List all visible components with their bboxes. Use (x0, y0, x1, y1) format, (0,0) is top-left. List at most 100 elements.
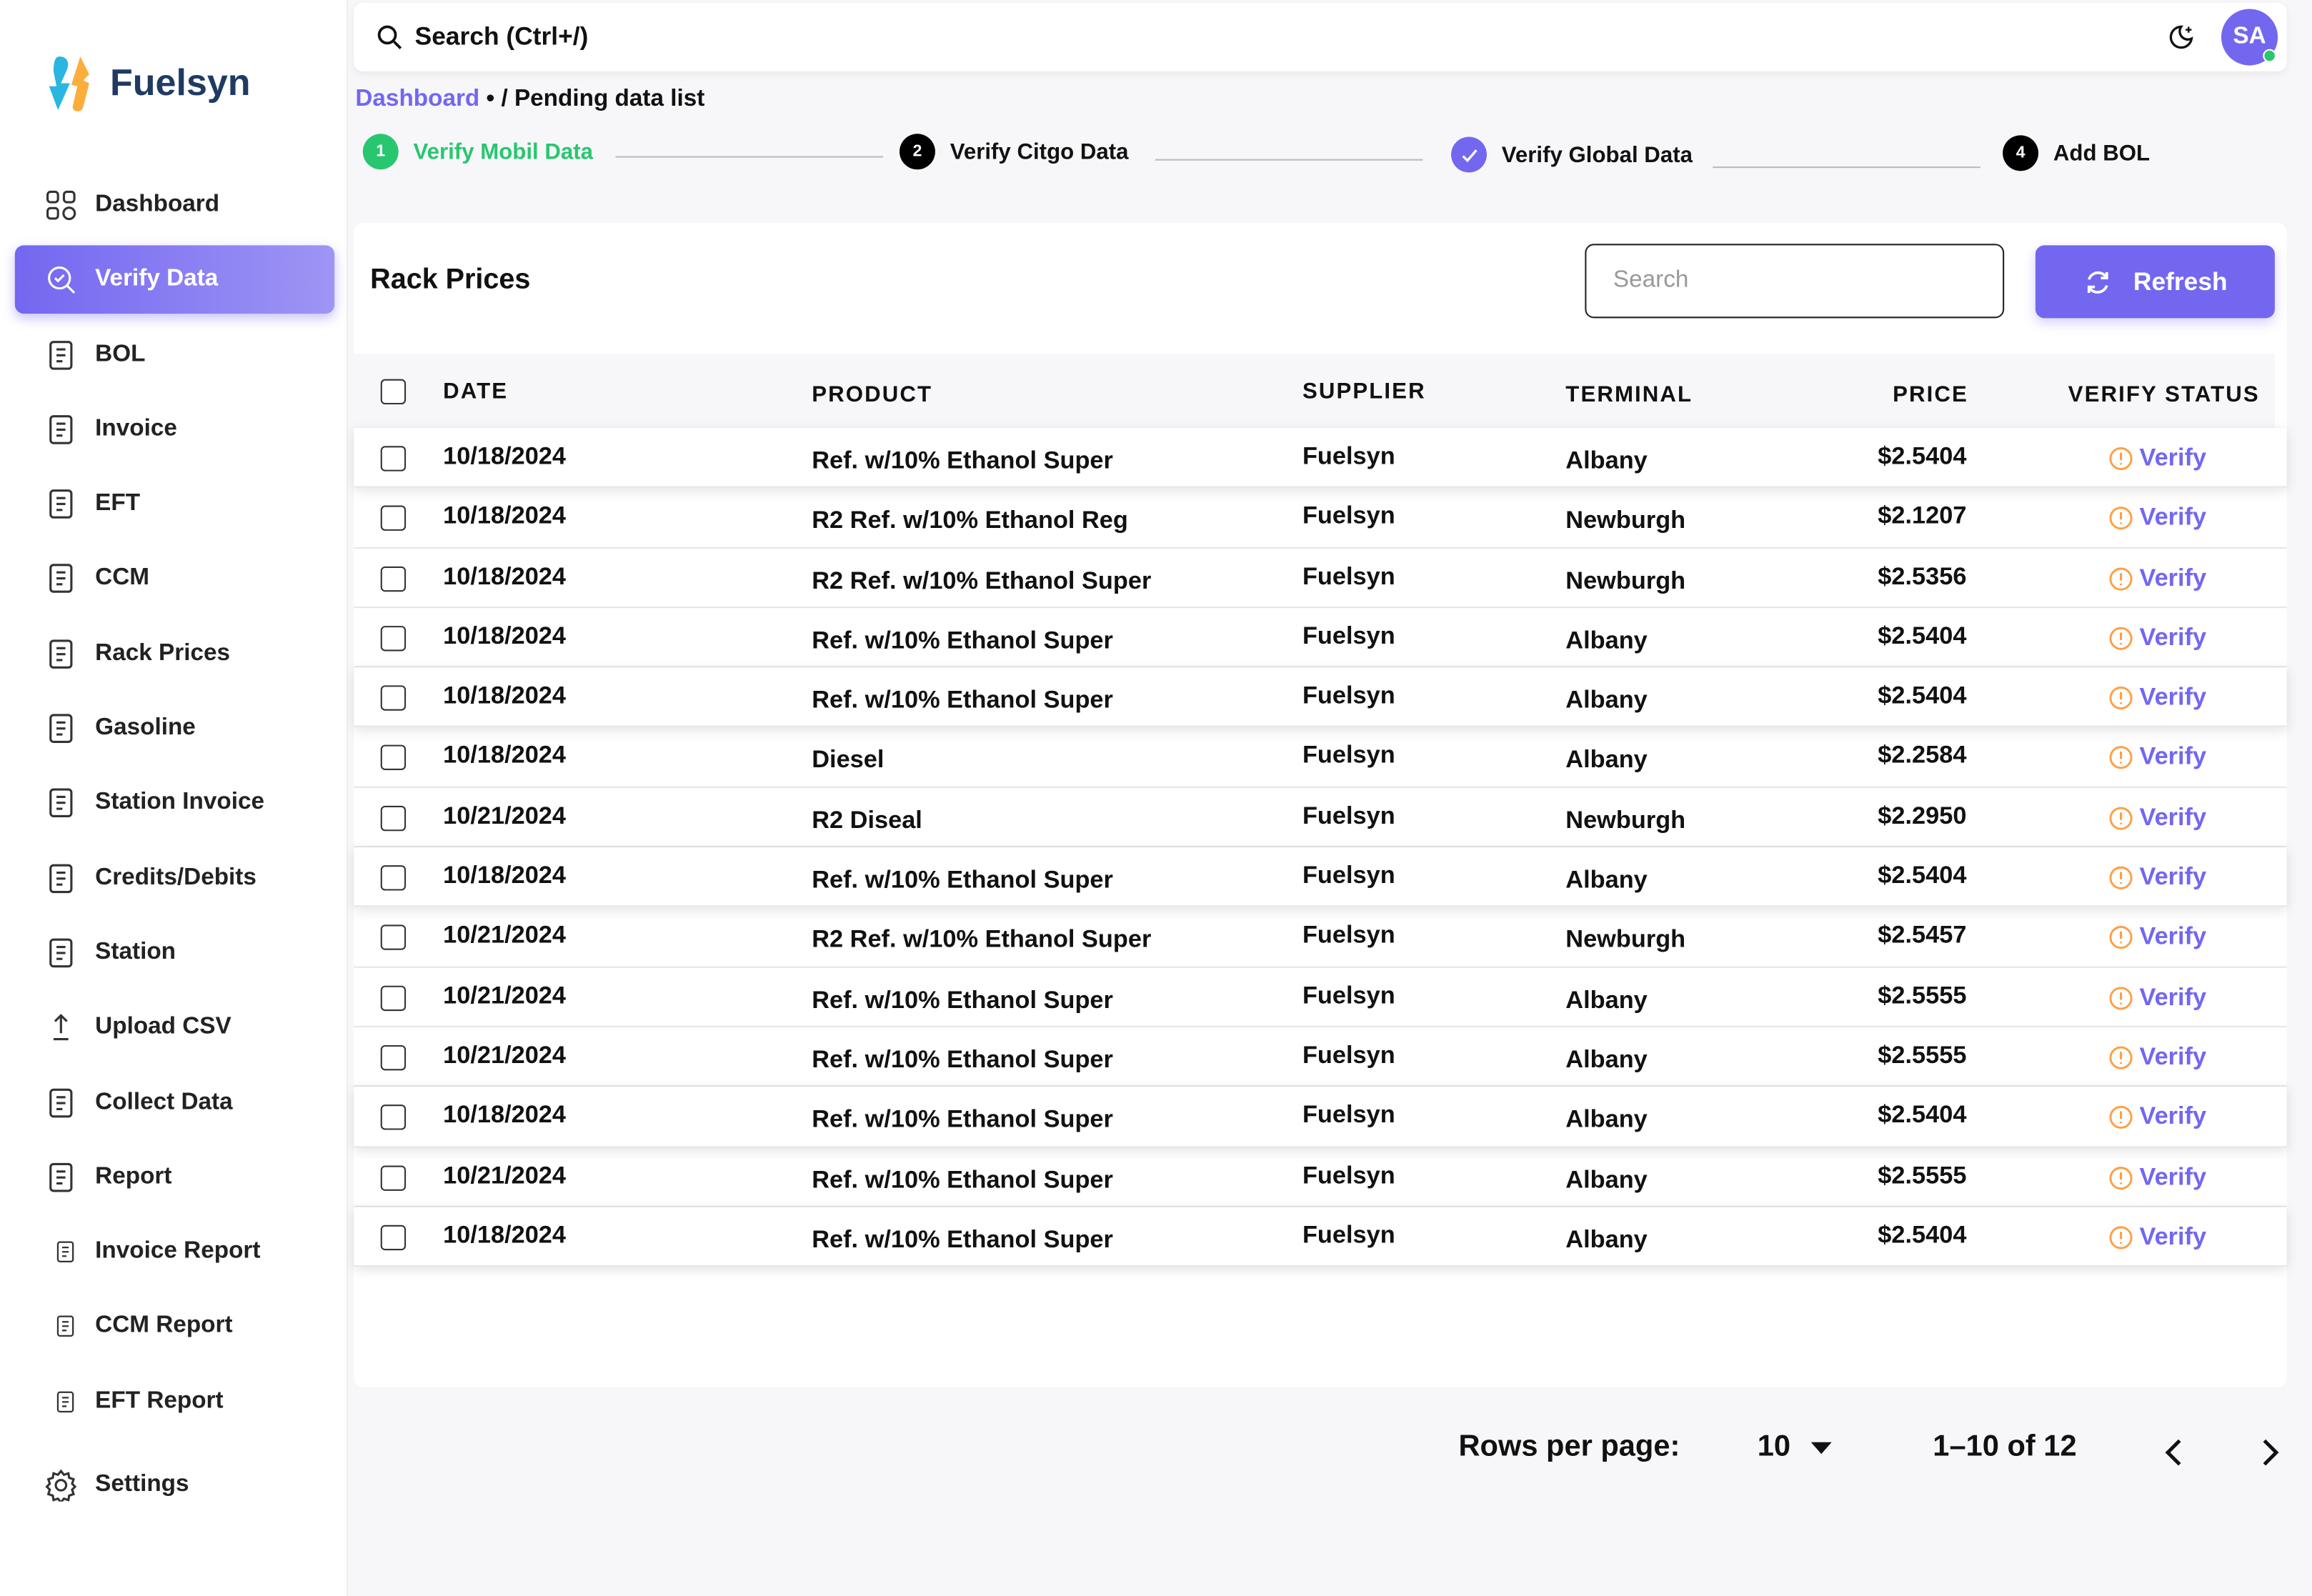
row-checkbox[interactable] (380, 685, 407, 712)
cell-product: Ref. w/10% Ethanol Super (812, 1166, 1113, 1194)
gear-icon (45, 1469, 77, 1502)
row-checkbox[interactable] (380, 1044, 407, 1071)
verify-link[interactable]: Verify (2108, 564, 2206, 593)
row-checkbox[interactable] (380, 745, 407, 771)
global-search[interactable]: Search (Ctrl+/) (415, 22, 589, 52)
rows-per-page-select[interactable]: 10 (1758, 1430, 1833, 1465)
refresh-button[interactable]: Refresh (2035, 245, 2275, 319)
breadcrumb-dashboard-link[interactable]: Dashboard (355, 86, 479, 111)
table-row[interactable]: 10/18/2024 Ref. w/10% Ethanol Super Fuelsy… (354, 428, 2287, 489)
verify-link[interactable]: Verify (2108, 1223, 2206, 1252)
sidebar-item-gasoline[interactable]: Gasoline (15, 694, 334, 763)
cell-date: 10/18/2024 (443, 443, 567, 470)
verify-link[interactable]: Verify (2108, 1164, 2206, 1192)
receipt-icon (49, 340, 73, 369)
col-supplier[interactable]: SUPPLIER (1302, 379, 1426, 404)
cell-terminal: Newburgh (1565, 507, 1686, 534)
cell-terminal: Albany (1565, 1166, 1648, 1194)
sidebar-item-rack-prices[interactable]: Rack Prices (15, 619, 334, 688)
col-terminal[interactable]: TERMINAL (1565, 382, 1693, 407)
chevron-left-icon[interactable] (2163, 1437, 2184, 1467)
cell-supplier: Fuelsyn (1302, 1102, 1395, 1129)
sidebar-item-ccm[interactable]: CCM (15, 545, 334, 614)
sidebar-item-eft-report[interactable]: EFT Report (15, 1367, 334, 1436)
table-row[interactable]: 10/21/2024 Ref. w/10% Ethanol Super Fuelsy… (354, 1147, 2287, 1207)
select-all-checkbox[interactable] (380, 379, 407, 405)
row-checkbox[interactable] (380, 1225, 407, 1250)
verify-link[interactable]: Verify (2108, 624, 2206, 653)
table-row[interactable]: 10/21/2024 R2 Ref. w/10% Ethanol Super Fue… (354, 907, 2287, 968)
verify-link[interactable]: Verify (2108, 984, 2206, 1012)
col-price[interactable]: PRICE (1893, 382, 1968, 407)
row-checkbox[interactable] (380, 805, 407, 831)
sidebar-item-upload-csv[interactable]: Upload CSV (15, 994, 334, 1062)
row-checkbox[interactable] (380, 566, 407, 592)
sidebar-item-dashboard[interactable]: Dashboard (15, 171, 334, 239)
table-row[interactable]: 10/18/2024 R2 Ref. w/10% Ethanol Reg Fuels… (354, 488, 2287, 549)
table-row[interactable]: 10/18/2024 Ref. w/10% Ethanol Super Fuelsy… (354, 667, 2287, 728)
sidebar-item-verify-data[interactable]: Verify Data (14, 245, 335, 314)
row-checkbox[interactable] (380, 625, 407, 652)
sidebar-item-bol[interactable]: BOL (15, 321, 334, 389)
verify-link[interactable]: Verify (2108, 744, 2206, 773)
chevron-right-icon[interactable] (2260, 1437, 2281, 1467)
sidebar-nav: Dashboard Verify Data BOL Invoice EFT CCM Rack… (14, 171, 335, 1525)
table-row[interactable]: 10/21/2024 Ref. w/10% Ethanol Super Fuelsy… (354, 1027, 2287, 1087)
verify-link[interactable]: Verify (2108, 1104, 2206, 1132)
table-row[interactable]: 10/18/2024 Diesel Fuelsyn Albany $2.2584 Veri… (354, 728, 2287, 788)
verify-link[interactable]: Verify (2108, 864, 2206, 892)
sidebar-item-invoice[interactable]: Invoice (15, 395, 334, 464)
verify-label: Verify (2139, 1223, 2207, 1250)
table-row[interactable]: 10/18/2024 Ref. w/10% Ethanol Super Fuelsy… (354, 1207, 2287, 1267)
sidebar-item-station-invoice[interactable]: Station Invoice (15, 769, 334, 838)
moon-icon[interactable] (2168, 24, 2194, 50)
row-checkbox[interactable] (380, 985, 407, 1011)
sidebar-item-eft[interactable]: EFT (15, 470, 334, 539)
table-row[interactable]: 10/18/2024 Ref. w/10% Ethanol Super Fuelsy… (354, 1087, 2287, 1147)
document-icon (49, 789, 73, 818)
logo[interactable]: Fuelsyn (44, 54, 251, 113)
step-number: 1 (362, 134, 399, 170)
row-checkbox[interactable] (380, 446, 407, 472)
table-row[interactable]: 10/21/2024 R2 Diseal Fuelsyn Newburgh $2.295… (354, 787, 2287, 848)
cell-supplier: Fuelsyn (1302, 1042, 1395, 1069)
sidebar-item-invoice-report[interactable]: Invoice Report (15, 1218, 334, 1287)
table-row[interactable]: 10/18/2024 Ref. w/10% Ethanol Super Fuelsy… (354, 847, 2287, 908)
table-row[interactable]: 10/18/2024 Ref. w/10% Ethanol Super Fuelsy… (354, 608, 2287, 668)
sidebar-item-station[interactable]: Station (15, 919, 334, 987)
step-3[interactable]: Verify Global Data (1451, 136, 1693, 173)
step-2[interactable]: 2 Verify Citgo Data (900, 134, 1129, 170)
alert-circle-icon (2109, 1106, 2133, 1129)
sidebar-item-report[interactable]: Report (15, 1143, 334, 1212)
verify-link[interactable]: Verify (2108, 504, 2206, 533)
alert-circle-icon (2109, 866, 2133, 890)
avatar[interactable]: SA (2221, 9, 2278, 66)
row-checkbox[interactable] (380, 865, 407, 891)
row-checkbox[interactable] (380, 506, 407, 532)
sidebar-item-credits-debits[interactable]: Credits/Debits (15, 844, 334, 912)
alert-circle-icon (2109, 447, 2133, 471)
col-date[interactable]: DATE (443, 379, 508, 404)
step-4[interactable]: 4 Add BOL (2003, 135, 2150, 171)
verify-link[interactable]: Verify (2108, 924, 2206, 952)
row-checkbox[interactable] (380, 1104, 407, 1131)
table-search-input[interactable] (1585, 244, 2005, 319)
verify-link[interactable]: Verify (2108, 444, 2206, 473)
verify-link[interactable]: Verify (2108, 1044, 2206, 1072)
cell-terminal: Albany (1565, 447, 1648, 474)
col-verify-status[interactable]: VERIFY STATUS (2068, 382, 2260, 407)
cell-date: 10/18/2024 (443, 1222, 567, 1249)
step-1[interactable]: 1 Verify Mobil Data (362, 134, 593, 170)
verify-link[interactable]: Verify (2108, 804, 2206, 832)
sidebar-item-settings[interactable]: Settings (15, 1451, 334, 1520)
sidebar-item-ccm-report[interactable]: CCM Report (15, 1292, 334, 1361)
row-checkbox[interactable] (380, 925, 407, 951)
cell-supplier: Fuelsyn (1302, 562, 1395, 590)
sidebar-item-collect-data[interactable]: Collect Data (15, 1068, 334, 1137)
sidebar-item-label: CCM (95, 565, 150, 592)
col-product[interactable]: PRODUCT (812, 382, 932, 407)
row-checkbox[interactable] (380, 1164, 407, 1190)
verify-link[interactable]: Verify (2108, 684, 2206, 713)
table-row[interactable]: 10/21/2024 Ref. w/10% Ethanol Super Fuelsy… (354, 967, 2287, 1027)
table-row[interactable]: 10/18/2024 R2 Ref. w/10% Ethanol Super Fue… (354, 548, 2287, 608)
